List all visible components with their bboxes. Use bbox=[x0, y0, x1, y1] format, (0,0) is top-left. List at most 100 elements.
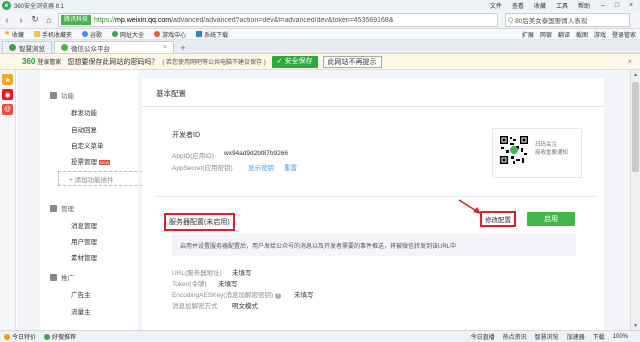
bookmark-download[interactable]: 系统下载 bbox=[196, 30, 228, 39]
manage-icon bbox=[50, 204, 57, 212]
recommend-icon bbox=[44, 333, 51, 340]
weibo-icon[interactable]: ◉ bbox=[2, 89, 13, 100]
appsecret-label: AppSecret(应用密钥) bbox=[172, 165, 233, 172]
translate-button[interactable]: 翻译 bbox=[558, 30, 570, 39]
modify-config-button[interactable]: 修改配置 bbox=[480, 211, 516, 227]
sidebar-item-publisher[interactable]: 流量主 bbox=[71, 306, 91, 316]
menu-tools[interactable]: 工具 bbox=[556, 1, 568, 10]
tab-wechat-platform[interactable]: 微信公众平台 × bbox=[54, 41, 174, 53]
status-news[interactable]: 热点资讯 bbox=[503, 332, 527, 341]
home-icon[interactable]: ⌂ bbox=[42, 13, 56, 27]
wechat-icon bbox=[61, 44, 68, 51]
enable-button[interactable]: 启用 bbox=[527, 212, 575, 226]
bookmark-label: 系统下载 bbox=[204, 32, 229, 39]
sidebar-item-auto-reply[interactable]: 自动回复 bbox=[71, 124, 97, 134]
show-secret-link[interactable]: 显示密钥 bbox=[248, 162, 274, 172]
status-accelerator[interactable]: 加速器 bbox=[567, 332, 585, 341]
sidebar-item-advertiser[interactable]: 广告主 bbox=[71, 289, 91, 299]
server-config-title: 服务器配置(未启用) bbox=[164, 213, 235, 231]
mp-sidebar: 功能 群发功能 自动回复 自定义菜单 投票管理 NEW + 添加功能插件 管理 消… bbox=[40, 70, 168, 330]
sidebar-item-users[interactable]: 用户管理 bbox=[71, 236, 97, 246]
star-icon: ★ bbox=[4, 30, 11, 37]
zoom-level[interactable]: 100% bbox=[613, 332, 628, 341]
status-deals[interactable]: 今日特价 bbox=[4, 332, 36, 341]
bookmark-label: 谷歌 bbox=[90, 32, 103, 39]
password-save-bar: 360 登录管家 您想要保存此网站的密码吗？ ( 若您使用网吧等公共电脑不建议保… bbox=[0, 54, 640, 70]
bookmark-games[interactable]: 游戏中心 bbox=[154, 30, 186, 39]
tab-bar: 智慧浏览 微信公众平台 × + bbox=[0, 40, 640, 54]
status-live[interactable]: 今日直播 bbox=[471, 332, 495, 341]
scroll-thumb[interactable] bbox=[632, 82, 639, 172]
section-features: 功能 bbox=[50, 90, 74, 100]
scroll-up-icon[interactable]: ▲ bbox=[631, 70, 640, 79]
bookmark-sites[interactable]: 网址大全 bbox=[112, 30, 144, 39]
save-password-question: 您想要保存此网站的密码吗？ bbox=[67, 58, 159, 66]
back-icon[interactable]: ‹ bbox=[0, 13, 14, 27]
never-prompt-button[interactable]: 此网站不再提示 bbox=[322, 55, 382, 68]
sidebar-item-vote[interactable]: 投票管理 NEW bbox=[71, 156, 111, 166]
folder-icon bbox=[34, 31, 41, 37]
promote-icon bbox=[50, 273, 57, 281]
search-input[interactable]: Q 80后美女泰国娶情人表现 bbox=[505, 13, 630, 27]
game-icon bbox=[154, 31, 161, 37]
email-icon[interactable]: @ bbox=[2, 104, 13, 115]
search-icon: Q bbox=[508, 16, 514, 24]
appid-label: AppID(应用ID) bbox=[172, 153, 214, 160]
reset-secret-link[interactable]: 重置 bbox=[284, 162, 297, 172]
section-label: 推广 bbox=[61, 275, 74, 282]
favorites-star-icon[interactable]: ★ bbox=[2, 74, 13, 85]
tab-favicon-icon bbox=[9, 44, 16, 51]
minimize-icon[interactable]: – bbox=[596, 0, 610, 10]
url-protocol: https:// bbox=[94, 16, 116, 24]
extensions-button[interactable]: 扩展 bbox=[522, 30, 534, 39]
features-icon bbox=[50, 91, 57, 99]
divider bbox=[142, 106, 604, 107]
browser-logo-icon: e bbox=[2, 1, 11, 10]
refresh-icon[interactable]: ↻ bbox=[28, 13, 42, 27]
secure-save-button[interactable]: ✓ 安全保存 bbox=[271, 55, 318, 68]
bookmark-label: 手机收藏夹 bbox=[42, 32, 73, 39]
tab-label: 微信公众平台 bbox=[71, 45, 110, 53]
url-value: 未填写 bbox=[232, 270, 252, 277]
close-window-icon[interactable]: × bbox=[624, 0, 638, 10]
status-recommend[interactable]: 好搜推荐 bbox=[44, 332, 76, 341]
status-download[interactable]: 下载 bbox=[593, 332, 605, 341]
sidebar-item-custom-menu[interactable]: 自定义菜单 bbox=[71, 140, 104, 150]
games-button[interactable]: 游戏 bbox=[594, 30, 606, 39]
url-input[interactable]: 腾讯科技 https://mp.weixin.qq.com/advanced/a… bbox=[58, 13, 498, 27]
bank-button[interactable]: 网银 bbox=[540, 30, 552, 39]
title-bar: e 360安全浏览器 8.1 文件 查看 收藏 工具 帮助 – □ × bbox=[0, 0, 640, 11]
sidebar-item-materials[interactable]: 素材管理 bbox=[71, 252, 97, 262]
qr-hint: 扫码关注 接收重要通知 bbox=[535, 141, 568, 157]
login-manager-button[interactable]: 登录管家 bbox=[612, 30, 636, 39]
tab-smart-browse[interactable]: 智慧浏览 bbox=[2, 41, 52, 53]
menu-help[interactable]: 帮助 bbox=[578, 1, 590, 10]
login-manager-logo: 360 bbox=[22, 57, 36, 66]
scroll-down-icon[interactable]: ▼ bbox=[631, 321, 640, 330]
google-icon bbox=[82, 31, 89, 37]
login-manager-label: 登录管家 bbox=[37, 60, 62, 66]
section-manage: 管理 bbox=[50, 203, 74, 213]
maximize-icon[interactable]: □ bbox=[610, 0, 624, 10]
new-tab-button[interactable]: + bbox=[177, 43, 189, 53]
help-icon[interactable]: ? bbox=[275, 293, 282, 299]
sidebar-item-messages[interactable]: 消息管理 bbox=[71, 220, 97, 230]
bookmark-google[interactable]: 谷歌 bbox=[82, 30, 102, 39]
close-icon[interactable]: × bbox=[627, 57, 632, 66]
sidebar-item-mass-send[interactable]: 群发功能 bbox=[71, 107, 97, 117]
screenshot-button[interactable]: 截图 bbox=[576, 30, 588, 39]
forward-icon[interactable]: › bbox=[14, 13, 28, 27]
search-text: 80后美女泰国娶情人表现 bbox=[515, 18, 588, 25]
browser-sidebar: ★ ◉ @ bbox=[0, 54, 16, 330]
menu-favorites[interactable]: 收藏 bbox=[534, 1, 546, 10]
page-scrollbar[interactable]: ▲ ▼ bbox=[630, 70, 640, 330]
menu-view[interactable]: 查看 bbox=[512, 1, 524, 10]
bookmark-mobile[interactable]: 手机收藏夹 bbox=[34, 30, 72, 39]
menu-file[interactable]: 文件 bbox=[490, 1, 502, 10]
save-password-note: ( 若您使用网吧等公共电脑不建议保存 ) bbox=[162, 60, 266, 66]
status-smart[interactable]: 智慧浏览 bbox=[535, 332, 559, 341]
token-label: Token(令牌) bbox=[172, 281, 207, 288]
tab-close-icon[interactable]: × bbox=[163, 44, 167, 51]
section-label: 功能 bbox=[61, 93, 74, 100]
bookmark-favorites[interactable]: ★ 收藏 bbox=[4, 30, 24, 39]
